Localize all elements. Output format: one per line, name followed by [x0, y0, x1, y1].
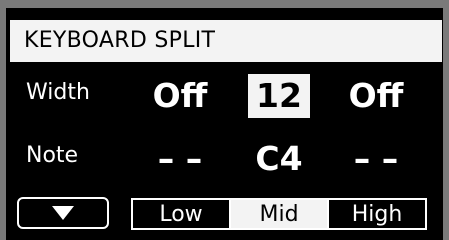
range-mid-button[interactable]: Mid [229, 200, 327, 228]
bezel-left [0, 0, 6, 240]
note-high-value[interactable]: – – [336, 137, 416, 181]
triangle-down-icon [52, 206, 74, 220]
bezel-top [0, 0, 449, 8]
bezel-right [443, 0, 449, 240]
down-button[interactable] [17, 197, 109, 229]
width-high-value[interactable]: Off [336, 74, 416, 118]
range-high-button[interactable]: High [327, 200, 425, 228]
display-screen: KEYBOARD SPLIT Width Off 12 Off Note – –… [0, 0, 449, 240]
note-mid-value[interactable]: C4 [244, 137, 314, 181]
width-mid-value[interactable]: 12 [248, 74, 310, 118]
range-low-button[interactable]: Low [133, 200, 229, 228]
page-title: KEYBOARD SPLIT [10, 20, 442, 62]
width-label: Width [26, 80, 90, 105]
width-low-value[interactable]: Off [142, 74, 218, 118]
note-label: Note [26, 143, 79, 168]
note-low-value[interactable]: – – [142, 137, 218, 181]
range-selector: Low Mid High [131, 198, 427, 230]
